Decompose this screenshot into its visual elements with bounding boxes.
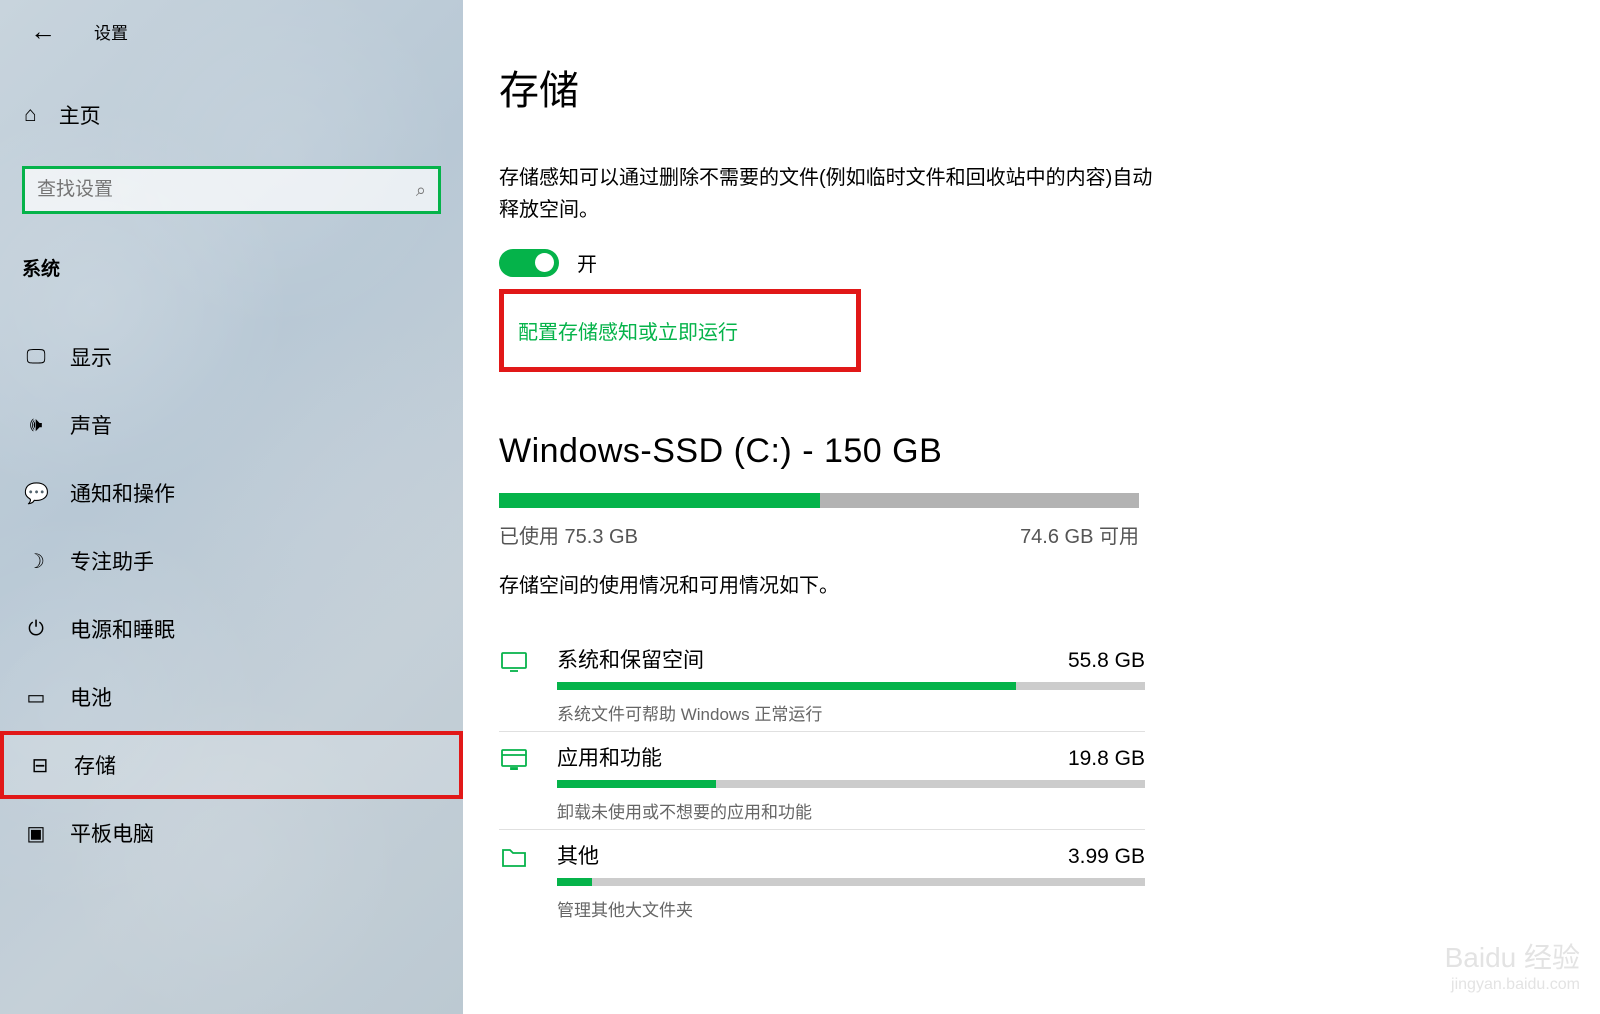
sidebar-item-battery[interactable]: ▭ 电池: [22, 663, 441, 731]
sidebar-item-tablet[interactable]: ▣ 平板电脑: [22, 799, 441, 867]
sidebar-item-label: 电池: [70, 682, 112, 712]
other-icon: [499, 842, 529, 872]
sidebar-item-label: 存储: [74, 750, 116, 780]
sidebar-item-storage[interactable]: ⊟ 存储: [0, 731, 463, 799]
configure-storage-sense-link[interactable]: 配置存储感知或立即运行: [518, 322, 738, 344]
sidebar-item-label: 声音: [70, 410, 112, 440]
sidebar: ← 设置 ⌂ 主页 ⌕ 系统 🖵 显示 🕪 声音 💬 通知和操作 ☽ 专注助手 …: [0, 0, 463, 1014]
tablet-icon: ▣: [24, 821, 48, 846]
category-bar: [557, 682, 1145, 690]
storage-category-row[interactable]: 其他 3.99 GB 管理其他大文件夹: [499, 829, 1145, 927]
storage-icon: ⊟: [28, 753, 52, 778]
search-input[interactable]: [37, 179, 416, 201]
sidebar-item-power[interactable]: ⏻ 电源和睡眠: [22, 595, 441, 663]
category-size: 3.99 GB: [1068, 845, 1145, 869]
usage-description: 存储空间的使用情况和可用情况如下。: [499, 569, 1564, 598]
category-subtext: 系统文件可帮助 Windows 正常运行: [557, 700, 1145, 725]
storage-category-row[interactable]: 系统和保留空间 55.8 GB 系统文件可帮助 Windows 正常运行: [499, 634, 1145, 731]
category-size: 19.8 GB: [1068, 747, 1145, 771]
drive-free-label: 74.6 GB 可用: [1020, 520, 1139, 549]
drive-usage-fill: [499, 493, 820, 508]
sidebar-item-label: 显示: [70, 342, 112, 372]
category-size: 55.8 GB: [1068, 649, 1145, 673]
sound-icon: 🕪: [24, 414, 48, 437]
config-link-highlight: 配置存储感知或立即运行: [499, 289, 861, 372]
power-icon: ⏻: [24, 618, 48, 641]
sidebar-item-label: 通知和操作: [70, 478, 175, 508]
system-icon: [499, 646, 529, 676]
sidebar-item-sound[interactable]: 🕪 声音: [22, 391, 441, 459]
category-bar: [557, 780, 1145, 788]
sidebar-item-notifications[interactable]: 💬 通知和操作: [22, 459, 441, 527]
search-icon: ⌕: [416, 180, 426, 201]
window-title: 设置: [94, 19, 128, 44]
category-subtext: 卸载未使用或不想要的应用和功能: [557, 798, 1145, 823]
category-name: 其他: [557, 840, 599, 870]
home-label: 主页: [59, 100, 101, 130]
storage-sense-description: 存储感知可以通过删除不需要的文件(例如临时文件和回收站中的内容)自动释放空间。: [499, 162, 1159, 226]
sidebar-item-label: 电源和睡眠: [70, 614, 175, 644]
notifications-icon: 💬: [24, 481, 48, 506]
sidebar-section-label: 系统: [22, 254, 441, 281]
category-name: 系统和保留空间: [557, 644, 704, 674]
drive-used-label: 已使用 75.3 GB: [499, 520, 638, 549]
storage-category-row[interactable]: 应用和功能 19.8 GB 卸载未使用或不想要的应用和功能: [499, 731, 1145, 829]
toggle-label: 开: [577, 248, 597, 277]
sidebar-item-display[interactable]: 🖵 显示: [22, 323, 441, 391]
search-box[interactable]: ⌕: [22, 166, 441, 214]
focus-icon: ☽: [24, 549, 48, 574]
category-name: 应用和功能: [557, 742, 662, 772]
category-bar: [557, 878, 1145, 886]
category-subtext: 管理其他大文件夹: [557, 896, 1145, 921]
back-icon[interactable]: ←: [30, 18, 56, 44]
sidebar-item-label: 平板电脑: [70, 818, 154, 848]
main-content: 存储 存储感知可以通过删除不需要的文件(例如临时文件和回收站中的内容)自动释放空…: [463, 0, 1600, 1014]
sidebar-home[interactable]: ⌂ 主页: [24, 100, 441, 130]
storage-sense-toggle[interactable]: [499, 249, 559, 277]
sidebar-item-focus[interactable]: ☽ 专注助手: [22, 527, 441, 595]
sidebar-item-label: 专注助手: [70, 546, 154, 576]
watermark: Baidu 经验 jingyan.baidu.com: [1445, 936, 1580, 994]
drive-title: Windows-SSD (C:) - 150 GB: [499, 432, 1564, 471]
apps-icon: [499, 744, 529, 774]
page-title: 存储: [499, 58, 1564, 116]
battery-icon: ▭: [24, 685, 48, 710]
display-icon: 🖵: [24, 346, 48, 369]
home-icon: ⌂: [24, 103, 37, 127]
drive-usage-bar: [499, 493, 1139, 508]
